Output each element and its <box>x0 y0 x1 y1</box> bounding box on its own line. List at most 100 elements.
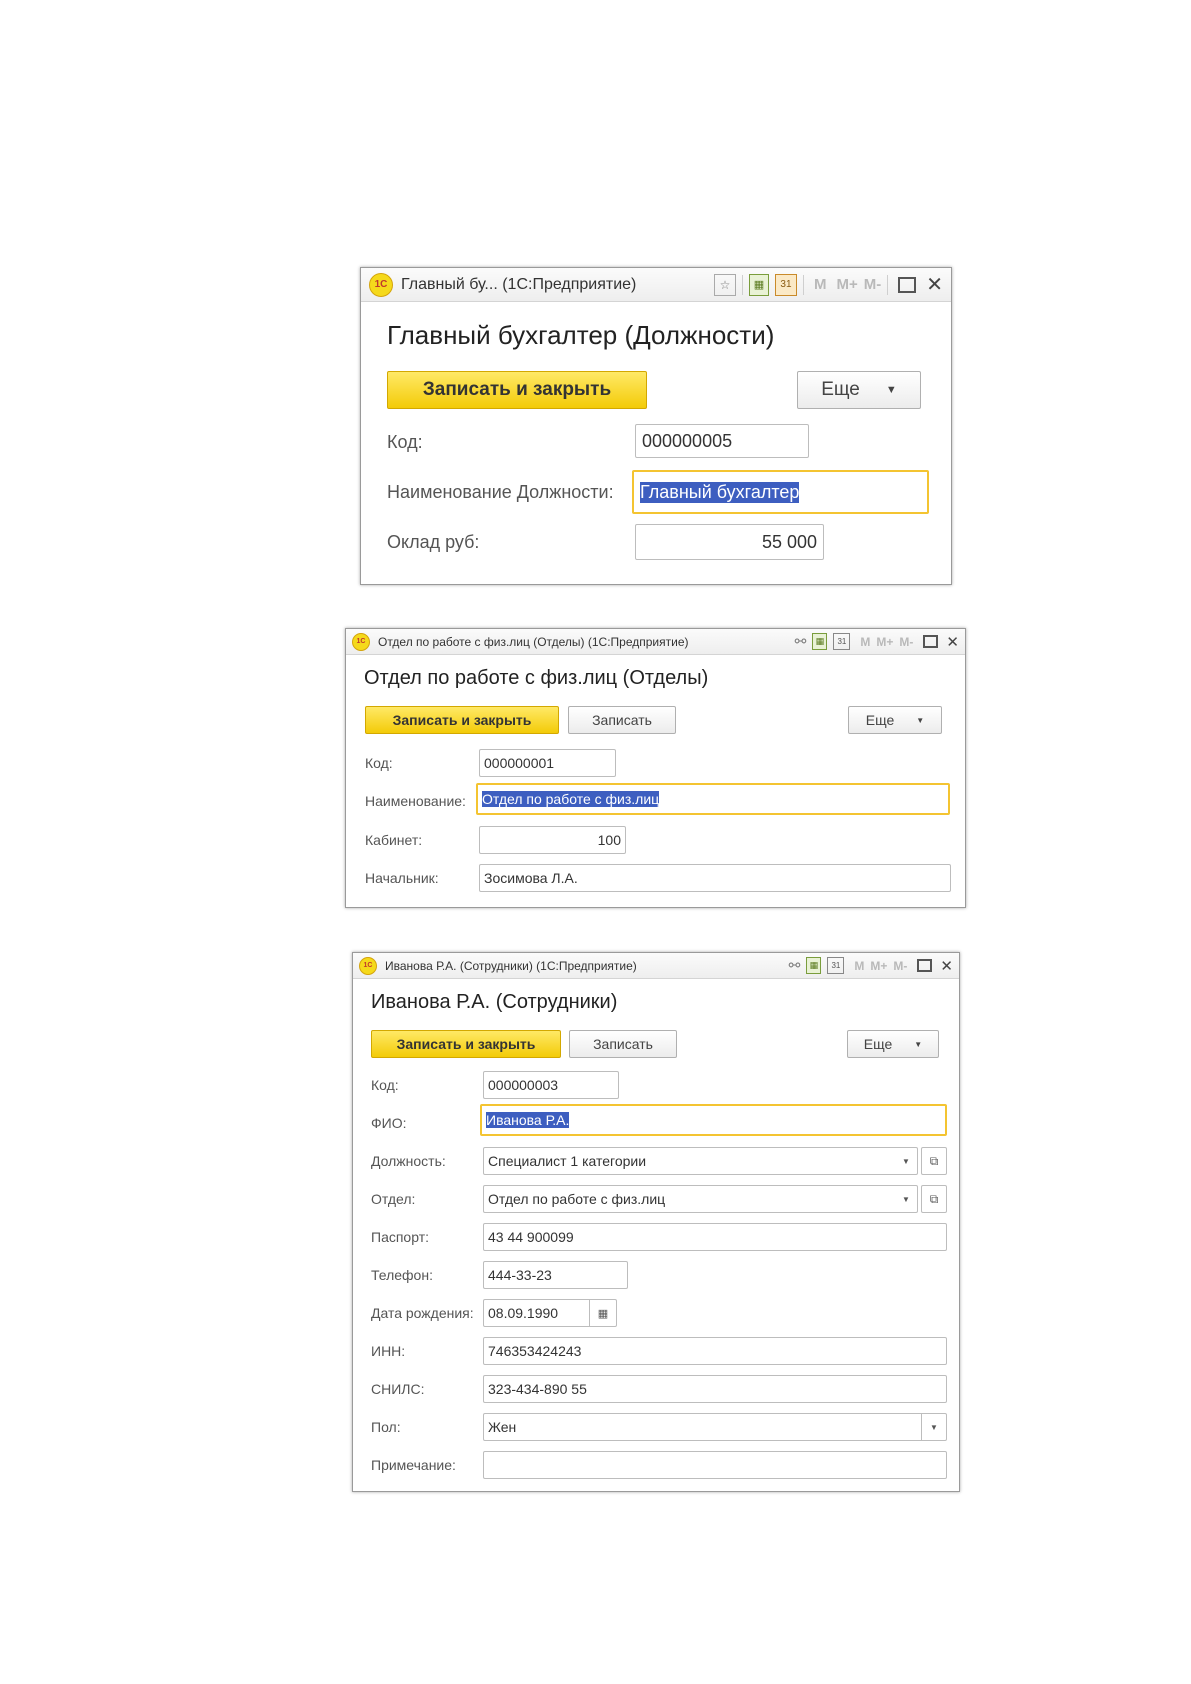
position-value: Специалист 1 категории <box>488 1153 647 1169</box>
maximize-icon[interactable] <box>923 635 939 648</box>
selected-text: Главный бухгалтер <box>640 481 800 503</box>
calculator-icon[interactable]: ▦ <box>748 273 769 296</box>
close-icon[interactable]: ✕ <box>926 272 943 297</box>
chevron-down-icon: ▼ <box>885 384 897 396</box>
memory-minus-button[interactable]: M- <box>899 635 913 649</box>
selected-text: Отдел по работе с физ.лиц <box>482 791 660 807</box>
inn-field[interactable]: 746353424243 <box>483 1337 947 1365</box>
calendar-icon[interactable]: ▦ <box>589 1300 616 1326</box>
note-field[interactable] <box>483 1451 947 1479</box>
code-label: Код: <box>387 432 423 452</box>
memory-plus-button[interactable]: M+ <box>870 959 887 973</box>
close-icon[interactable]: ✕ <box>946 633 959 651</box>
cabinet-label: Кабинет: <box>365 832 423 848</box>
close-icon[interactable]: ✕ <box>940 957 953 975</box>
calendar-icon[interactable]: 31 <box>774 273 797 296</box>
memory-plus-button[interactable]: M+ <box>836 276 857 293</box>
form-title: Иванова Р.А. (Сотрудники) <box>371 991 618 1013</box>
save-and-close-button[interactable]: Записать и закрыть <box>387 371 647 409</box>
employee-form-window: 1С Иванова Р.А. (Сотрудники) (1С:Предпри… <box>352 952 960 1492</box>
name-field[interactable]: Отдел по работе с физ.лиц <box>476 783 950 815</box>
fio-field[interactable]: Иванова Р.А. <box>480 1104 947 1136</box>
window-titlebar: 1С Главный бу... (1С:Предприятие) ☆ ▦ 31… <box>361 268 951 302</box>
toolbar-separator <box>802 274 804 295</box>
inn-label: ИНН: <box>371 1343 406 1359</box>
passport-label: Паспорт: <box>371 1229 429 1245</box>
memory-m-button[interactable]: M <box>860 635 870 649</box>
maximize-icon[interactable] <box>917 959 933 972</box>
calculator-icon[interactable]: ▦ <box>812 633 828 650</box>
chevron-down-icon[interactable]: ▼ <box>921 1414 946 1440</box>
chevron-down-icon: ▼ <box>914 1039 923 1049</box>
passport-field[interactable]: 43 44 900099 <box>483 1223 947 1251</box>
birth-date-value: 08.09.1990 <box>488 1305 559 1321</box>
note-label: Примечание: <box>371 1457 456 1473</box>
1c-logo-icon: 1С <box>352 632 370 651</box>
window-toolbar: ⚯ ▦ 31 M M+ M- ✕ <box>783 953 953 979</box>
position-field[interactable]: Специалист 1 категории ▼ <box>483 1147 918 1175</box>
gender-label: Пол: <box>371 1419 401 1435</box>
window-toolbar: ⚯ ▦ 31 M M+ M- ✕ <box>789 629 959 655</box>
position-form-window: 1С Главный бу... (1С:Предприятие) ☆ ▦ 31… <box>360 267 952 585</box>
more-button-label: Еще <box>865 712 895 728</box>
phone-label: Телефон: <box>371 1267 433 1283</box>
window-title: Главный бу... (1С:Предприятие) <box>401 275 637 293</box>
salary-label: Оклад руб: <box>387 532 480 552</box>
gender-field[interactable]: Жен ▼ <box>483 1413 947 1441</box>
save-button[interactable]: Записать <box>569 1030 677 1058</box>
star-icon[interactable]: ☆ <box>713 273 736 296</box>
link-icon[interactable]: ⚯ <box>789 957 801 974</box>
department-field[interactable]: Отдел по работе с физ.лиц ▼ <box>483 1185 918 1213</box>
department-label: Отдел: <box>371 1191 416 1207</box>
code-field[interactable]: 000000005 <box>635 424 809 458</box>
open-position-icon[interactable]: ⧉ <box>921 1147 947 1175</box>
save-and-close-button[interactable]: Записать и закрыть <box>365 706 559 734</box>
toolbar-separator <box>887 274 889 295</box>
position-name-label: Наименование Должности: <box>387 482 614 502</box>
birth-date-label: Дата рождения: <box>371 1305 474 1321</box>
code-field[interactable]: 000000001 <box>479 749 616 777</box>
snils-label: СНИЛС: <box>371 1381 425 1397</box>
phone-field[interactable]: 444-33-23 <box>483 1261 628 1289</box>
calendar-icon[interactable]: 31 <box>827 957 845 974</box>
link-icon[interactable]: ⚯ <box>795 633 807 650</box>
chevron-down-icon[interactable]: ▼ <box>895 1148 917 1174</box>
calendar-icon[interactable]: 31 <box>833 633 851 650</box>
birth-date-field[interactable]: 08.09.1990 ▦ <box>483 1299 617 1327</box>
calculator-icon[interactable]: ▦ <box>806 957 822 974</box>
memory-m-button[interactable]: M <box>854 959 864 973</box>
code-label: Код: <box>371 1077 399 1093</box>
name-label: Наименование: <box>365 793 466 809</box>
open-department-icon[interactable]: ⧉ <box>921 1185 947 1213</box>
more-button[interactable]: Еще ▼ <box>797 371 921 409</box>
position-label: Должность: <box>371 1153 446 1169</box>
more-button[interactable]: Еще ▼ <box>847 1030 939 1058</box>
memory-minus-button[interactable]: M- <box>864 276 882 293</box>
window-title: Отдел по работе с физ.лиц (Отделы) (1С:П… <box>378 634 689 649</box>
code-field[interactable]: 000000003 <box>483 1071 619 1099</box>
code-label: Код: <box>365 755 393 771</box>
maximize-icon[interactable] <box>898 276 917 293</box>
window-title: Иванова Р.А. (Сотрудники) (1С:Предприяти… <box>385 958 637 973</box>
snils-field[interactable]: 323-434-890 55 <box>483 1375 947 1403</box>
chevron-down-icon: ▼ <box>916 715 925 725</box>
gender-value: Жен <box>488 1419 517 1435</box>
toolbar-separator <box>741 274 743 295</box>
window-titlebar: 1С Отдел по работе с физ.лиц (Отделы) (1… <box>346 629 965 655</box>
memory-minus-button[interactable]: M- <box>893 959 907 973</box>
salary-field[interactable]: 55 000 <box>635 524 824 560</box>
memory-plus-button[interactable]: M+ <box>876 635 893 649</box>
head-label: Начальник: <box>365 870 439 886</box>
head-field[interactable]: Зосимова Л.А. <box>479 864 951 892</box>
cabinet-field[interactable]: 100 <box>479 826 626 854</box>
more-button-label: Еще <box>821 379 860 400</box>
save-and-close-button[interactable]: Записать и закрыть <box>371 1030 561 1058</box>
memory-m-button[interactable]: M <box>814 276 827 293</box>
window-toolbar: ☆ ▦ 31 M M+ M- ✕ <box>708 268 943 302</box>
chevron-down-icon[interactable]: ▼ <box>895 1186 917 1212</box>
form-title: Главный бухгалтер (Должности) <box>387 320 775 350</box>
position-name-field[interactable]: Главный бухгалтер <box>632 470 929 514</box>
1c-logo-icon: 1С <box>369 272 393 297</box>
save-button[interactable]: Записать <box>568 706 676 734</box>
more-button[interactable]: Еще ▼ <box>848 706 942 734</box>
